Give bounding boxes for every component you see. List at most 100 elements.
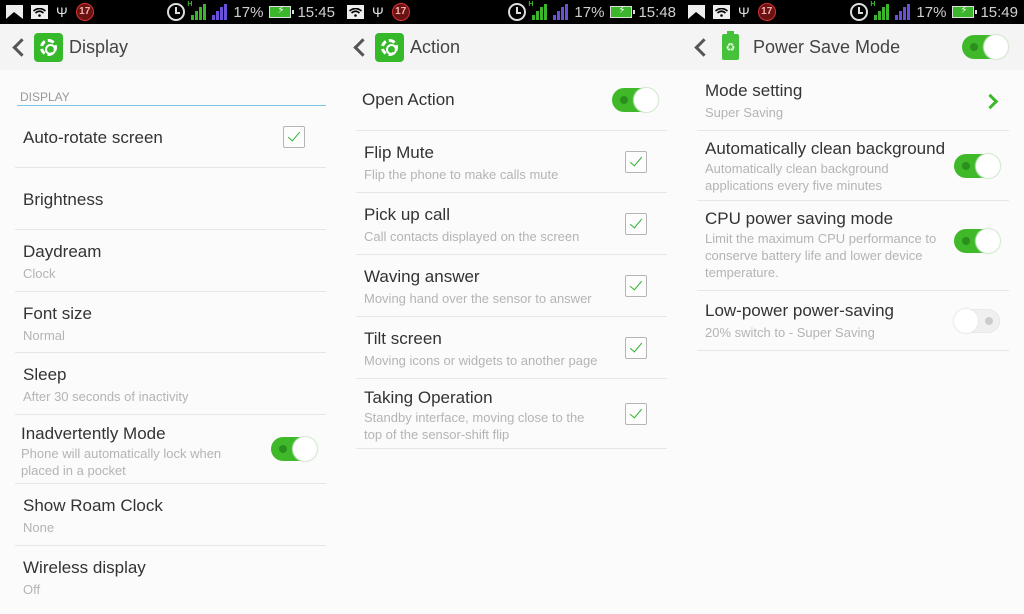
setting-title: Mode setting — [705, 81, 803, 100]
page-title: Display — [69, 36, 129, 57]
alarm-icon — [850, 3, 869, 21]
action-taking-operation[interactable]: Taking Operation Standby interface, movi… — [356, 379, 667, 449]
setting-title: Auto-rotate screen — [23, 128, 163, 147]
setting-title: Waving answer — [364, 267, 480, 286]
setting-title: Flip Mute — [364, 143, 434, 162]
usb-icon: Ψ — [372, 4, 384, 20]
title-bar: Action — [341, 24, 682, 70]
taking-operation-checkbox[interactable] — [625, 402, 647, 425]
waving-answer-checkbox[interactable] — [625, 274, 647, 297]
action-pick-up-call[interactable]: Pick up call Call contacts displayed on … — [356, 193, 667, 255]
wifi-icon — [713, 5, 730, 19]
battery-charging-icon: ⚡ — [269, 5, 295, 18]
usb-icon: Ψ — [56, 4, 68, 20]
setting-subtitle: Moving icons or widgets to another page — [364, 353, 598, 368]
setting-subtitle: Clock — [23, 266, 56, 281]
gallery-notification-icon — [6, 5, 23, 19]
action-waving-answer[interactable]: Waving answer Moving hand over the senso… — [356, 255, 667, 317]
setting-title: Daydream — [23, 242, 102, 261]
alarm-icon — [508, 3, 527, 21]
auto-clean-toggle[interactable] — [954, 153, 1000, 178]
setting-inadvertently-mode[interactable]: Inadvertently Mode Phone will automatica… — [15, 415, 326, 484]
wifi-icon — [31, 5, 48, 19]
power-save-settings-list: Mode setting Super Saving Automatically … — [697, 70, 1009, 351]
alarm-icon — [167, 3, 186, 21]
display-screen: Ψ 17 H 17% ⚡ 15:45 Display DISPLAY Auto-… — [0, 0, 341, 614]
setting-title: Automatically clean background — [705, 139, 945, 158]
setting-wireless-display[interactable]: Wireless display Off — [15, 546, 326, 608]
inadvertently-mode-toggle[interactable] — [271, 437, 317, 461]
title-bar: ♻ Power Save Mode — [682, 24, 1024, 70]
battery-percent: 17% — [574, 3, 605, 21]
status-bar: Ψ 17 H 17% ⚡ 15:48 — [341, 0, 682, 24]
secondary-signal-icon — [553, 4, 569, 20]
setting-title: Taking Operation — [364, 388, 493, 407]
setting-show-roam-clock[interactable]: Show Roam Clock None — [15, 484, 326, 546]
setting-subtitle: Automatically clean background applicati… — [705, 161, 889, 193]
setting-title: Font size — [23, 304, 92, 323]
flip-mute-checkbox[interactable] — [625, 150, 647, 173]
notification-count-badge: 17 — [757, 3, 776, 21]
setting-title: CPU power saving mode — [705, 209, 894, 228]
setting-subtitle: None — [23, 520, 55, 535]
battery-charging-icon: ⚡ — [952, 5, 978, 18]
battery-percent: 17% — [233, 3, 264, 21]
chevron-right-icon[interactable] — [985, 94, 997, 106]
setting-low-power-saving[interactable]: Low-power power-saving 20% switch to - S… — [697, 291, 1009, 351]
notification-count-badge: 17 — [391, 3, 410, 21]
mobile-signal-icon: H — [528, 1, 548, 20]
power-save-battery-icon: ♻ — [722, 31, 739, 60]
secondary-signal-icon — [895, 4, 911, 20]
mobile-signal-icon: H — [870, 1, 890, 20]
setting-cpu-power-saving[interactable]: CPU power saving mode Limit the maximum … — [697, 201, 1009, 291]
battery-charging-icon: ⚡ — [610, 5, 636, 18]
action-screen: Ψ 17 H 17% ⚡ 15:48 Action Open Action Fl… — [341, 0, 682, 614]
setting-subtitle: Super Saving — [705, 105, 784, 120]
settings-gear-icon — [34, 32, 63, 62]
tilt-screen-checkbox[interactable] — [625, 336, 647, 359]
back-chevron-icon[interactable] — [694, 40, 708, 54]
cpu-power-saving-toggle[interactable] — [954, 229, 1000, 254]
power-save-screen: Ψ 17 H 17% ⚡ 15:49 ♻ Power Save Mode Mod… — [682, 0, 1024, 614]
setting-subtitle: After 30 seconds of inactivity — [23, 389, 189, 404]
setting-sleep[interactable]: Sleep After 30 seconds of inactivity — [15, 353, 326, 415]
settings-gear-icon — [375, 32, 404, 62]
section-header-display: DISPLAY — [17, 90, 326, 106]
setting-font-size[interactable]: Font size Normal — [15, 292, 326, 353]
setting-title: Show Roam Clock — [23, 496, 163, 515]
setting-subtitle: Standby interface, moving close to the t… — [364, 410, 585, 442]
power-save-master-toggle[interactable] — [962, 35, 1008, 59]
display-settings-list: Auto-rotate screen Brightness Daydream C… — [15, 106, 326, 608]
back-chevron-icon[interactable] — [353, 40, 367, 54]
open-action-toggle[interactable] — [612, 88, 658, 112]
setting-auto-rotate[interactable]: Auto-rotate screen — [15, 106, 326, 168]
setting-title: Sleep — [23, 365, 67, 384]
setting-brightness[interactable]: Brightness — [15, 168, 326, 230]
mobile-signal-icon: H — [187, 1, 207, 20]
setting-title: Wireless display — [23, 558, 146, 577]
setting-title: Tilt screen — [364, 329, 442, 348]
setting-daydream[interactable]: Daydream Clock — [15, 230, 326, 292]
secondary-signal-icon — [212, 4, 228, 20]
usb-icon: Ψ — [738, 4, 750, 20]
back-chevron-icon[interactable] — [12, 40, 26, 54]
page-title: Power Save Mode — [753, 36, 901, 57]
setting-auto-clean-background[interactable]: Automatically clean background Automatic… — [697, 131, 1009, 201]
setting-title: Pick up call — [364, 205, 450, 224]
action-tilt-screen[interactable]: Tilt screen Moving icons or widgets to a… — [356, 317, 667, 379]
clock: 15:49 — [980, 3, 1018, 21]
action-settings-list: Open Action Flip Mute Flip the phone to … — [356, 70, 667, 449]
setting-mode[interactable]: Mode setting Super Saving — [697, 70, 1009, 131]
clock: 15:48 — [638, 3, 676, 21]
open-action-row[interactable]: Open Action — [356, 70, 667, 131]
gallery-notification-icon — [688, 5, 705, 19]
setting-subtitle: Phone will automatically lock when place… — [21, 446, 222, 478]
pick-up-call-checkbox[interactable] — [625, 212, 647, 235]
action-flip-mute[interactable]: Flip Mute Flip the phone to make calls m… — [356, 131, 667, 193]
low-power-saving-toggle[interactable] — [954, 308, 1000, 333]
auto-rotate-checkbox[interactable] — [283, 125, 305, 148]
status-bar: Ψ 17 H 17% ⚡ 15:45 — [0, 0, 341, 24]
wifi-icon — [347, 5, 364, 19]
setting-subtitle: Moving hand over the sensor to answer — [364, 291, 592, 306]
setting-subtitle: Normal — [23, 328, 65, 343]
